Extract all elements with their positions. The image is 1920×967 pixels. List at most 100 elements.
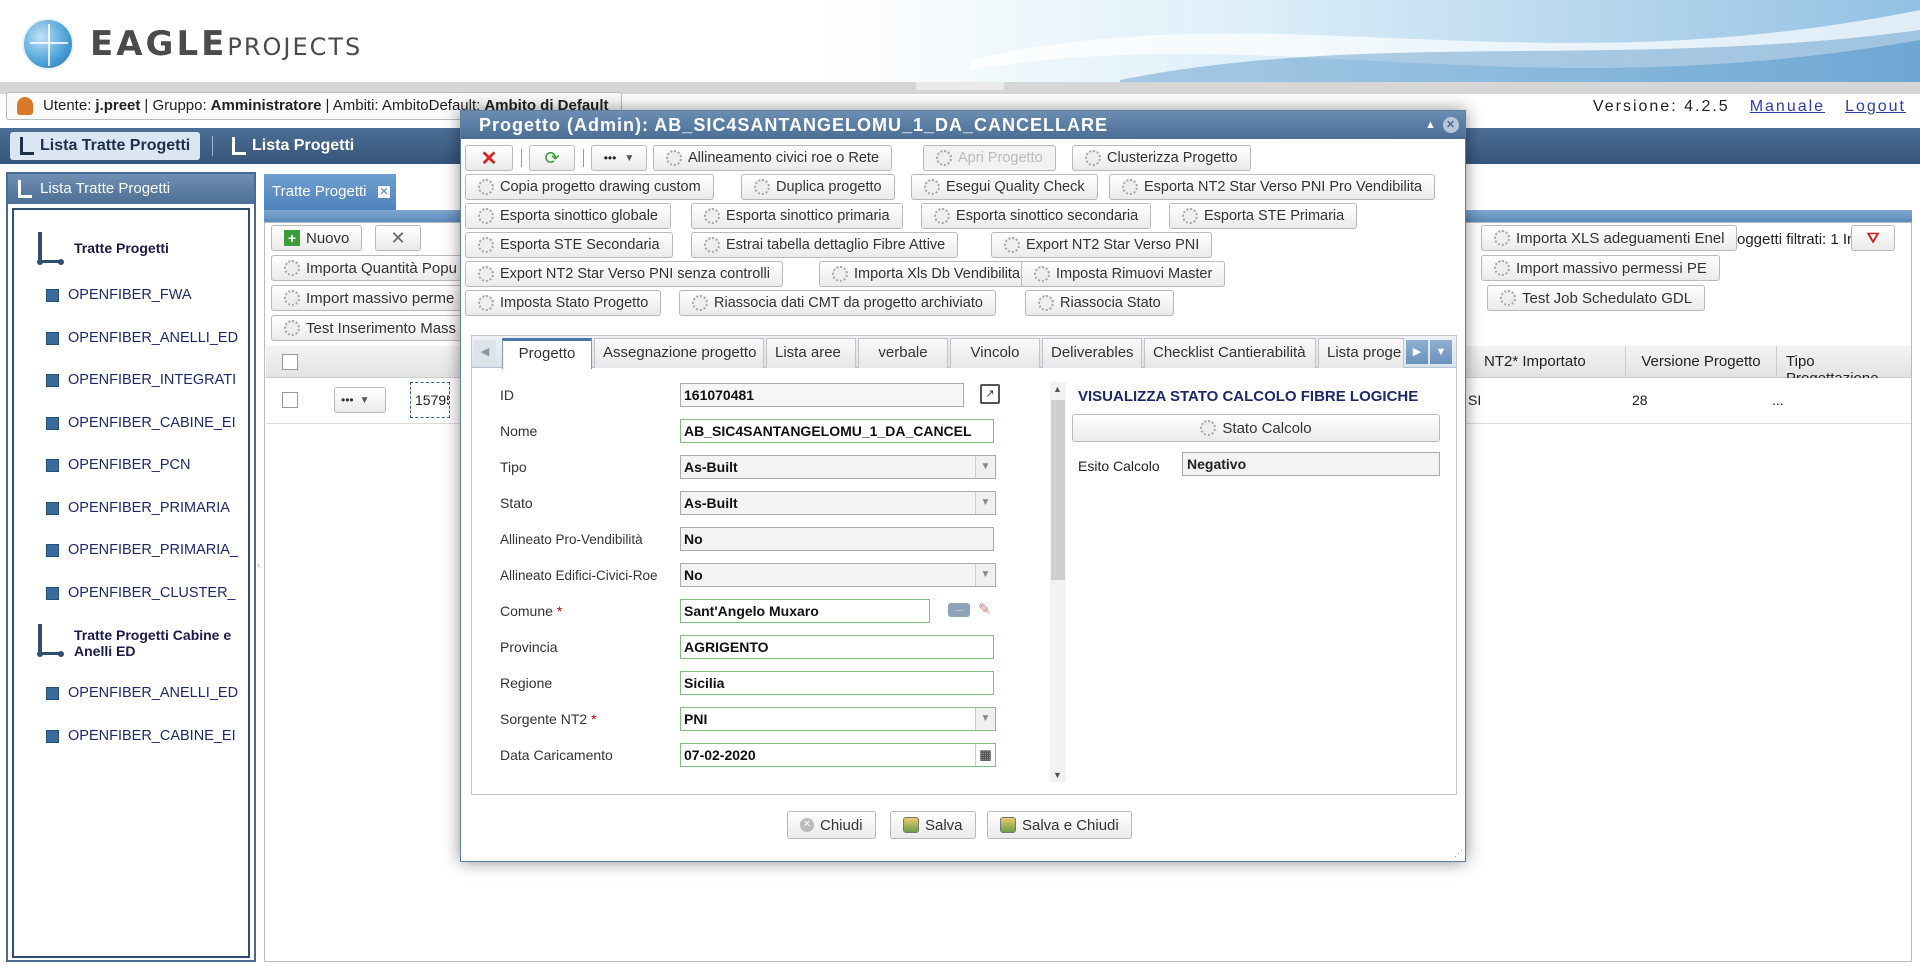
form-scrollbar[interactable]: ▲ ▼ — [1050, 382, 1066, 782]
cancel-red-button[interactable]: ✕ — [465, 145, 513, 171]
nav-tab-lista-tratte-progetti[interactable]: Lista Tratte Progetti — [10, 132, 201, 160]
tree-item[interactable]: OPENFIBER_INTEGRATI — [14, 359, 248, 402]
tree-item[interactable]: OPENFIBER_PRIMARIA_ — [14, 529, 248, 572]
tree-group-tratte-progetti-cabine[interactable]: Tratte Progetti Cabine e Anelli ED — [14, 614, 248, 672]
scroll-thumb[interactable] — [1051, 400, 1065, 580]
import-massivo-pe-button[interactable]: Import massivo permessi PE — [1481, 255, 1720, 281]
data-caricamento-input[interactable]: 07-02-2020 ▦ — [680, 743, 996, 767]
test-job-gdl-button[interactable]: Test Job Schedulato GDL — [1487, 285, 1706, 311]
salva-button[interactable]: Salva — [890, 811, 976, 839]
salva-chiudi-button[interactable]: Salva e Chiudi — [987, 811, 1132, 839]
chevron-down-icon[interactable]: ▼ — [975, 708, 995, 730]
collapse-icon[interactable]: ▲ — [1423, 117, 1439, 133]
comune-input[interactable]: Sant'Angelo Muxaro — [680, 599, 930, 623]
importa-quantita-button[interactable]: Importa Quantità Popu — [271, 255, 470, 281]
tab-lista-aree[interactable]: Lista aree — [766, 338, 856, 368]
tree-item[interactable]: OPENFIBER_PCN — [14, 444, 248, 487]
tree-item[interactable]: OPENFIBER_CLUSTER_ — [14, 572, 248, 615]
lookup-icon[interactable]: ... — [948, 603, 970, 617]
stato-select[interactable]: As-Built ▼ — [680, 491, 996, 515]
resize-grip-icon[interactable]: ⋰ — [1454, 848, 1463, 859]
chevron-down-icon[interactable]: ▼ — [975, 492, 995, 514]
tab-checklist[interactable]: Checklist Cantierabilità — [1144, 338, 1316, 368]
esporta-ste-secondaria-button[interactable]: Esporta STE Secondaria — [465, 232, 673, 258]
tab-lista-progetti[interactable]: Lista proge — [1318, 338, 1404, 368]
quality-check-button[interactable]: Esegui Quality Check — [911, 174, 1098, 200]
tree-item[interactable]: OPENFIBER_FWA — [14, 274, 248, 317]
importa-xls-enel-button[interactable]: Importa XLS adeguamenti Enel — [1481, 225, 1738, 251]
tree-item[interactable]: OPENFIBER_CABINE_EI — [14, 715, 248, 758]
row-actions-menu[interactable]: ••• ▼ — [334, 387, 386, 413]
more-actions-menu[interactable]: ••• ▼ — [591, 145, 647, 171]
row-checkbox[interactable] — [282, 392, 298, 408]
clear-filter-button[interactable]: ⛛ — [1851, 225, 1895, 251]
allineamento-civici-button[interactable]: Allineamento civici roe o Rete — [653, 145, 893, 171]
scroll-up-icon[interactable]: ▲ — [1053, 384, 1062, 394]
tab-assegnazione[interactable]: Assegnazione progetto — [594, 338, 764, 368]
header-collapse-handle[interactable] — [916, 82, 1004, 90]
importa-xls-db-button[interactable]: Importa Xls Db Vendibilita — [819, 261, 1034, 287]
nav-tab-lista-progetti[interactable]: Lista Progetti — [222, 132, 364, 160]
import-massivo-button[interactable]: Import massivo perme — [271, 285, 468, 311]
tree-item[interactable]: OPENFIBER_ANELLI_ED — [14, 317, 248, 360]
chevron-down-icon[interactable]: ▼ — [975, 456, 995, 478]
esporta-sinottico-secondaria-button[interactable]: Esporta sinottico secondaria — [921, 203, 1152, 229]
apri-progetto-button[interactable]: Apri Progetto — [923, 145, 1056, 171]
esporta-sinottico-globale-button[interactable]: Esporta sinottico globale — [465, 203, 671, 229]
regione-input[interactable]: Sicilia — [680, 671, 994, 695]
allineato-pro-value[interactable]: No — [680, 527, 994, 551]
tab-deliverables[interactable]: Deliverables — [1042, 338, 1142, 368]
dialog-title-bar[interactable]: Progetto (Admin): AB_SIC4SANTANGELOMU_1_… — [461, 111, 1465, 139]
export-nt2-pni-button[interactable]: Export NT2 Star Verso PNI — [991, 232, 1213, 258]
calendar-icon[interactable]: ▦ — [975, 744, 995, 766]
riassocia-cmt-button[interactable]: Riassocia dati CMT da progetto archiviat… — [679, 290, 996, 316]
tree-item[interactable]: OPENFIBER_ANELLI_ED — [14, 672, 248, 715]
tree-item[interactable]: OPENFIBER_PRIMARIA — [14, 487, 248, 530]
tab-progetto[interactable]: Progetto — [502, 338, 592, 369]
stato-calcolo-button[interactable]: Stato Calcolo — [1072, 414, 1440, 442]
sidebar-collapse-handle[interactable]: ‹ — [257, 560, 263, 580]
eraser-icon[interactable]: ✎ — [978, 600, 994, 618]
copia-progetto-button[interactable]: Copia progetto drawing custom — [465, 174, 714, 200]
tab-menu-chevron-down-icon[interactable]: ▼ — [1430, 340, 1452, 364]
close-icon[interactable]: ✕ — [378, 186, 390, 198]
tab-vincolo[interactable]: Vincolo — [950, 338, 1040, 368]
select-all-checkbox[interactable] — [282, 354, 298, 370]
test-inserimento-button[interactable]: Test Inserimento Mass — [271, 315, 470, 341]
nuovo-button[interactable]: + Nuovo — [271, 225, 363, 251]
duplica-button[interactable]: Duplica progetto — [741, 174, 895, 200]
provincia-input[interactable]: AGRIGENTO — [680, 635, 994, 659]
row-id-cell[interactable]: 15795 — [410, 382, 450, 418]
riassocia-stato-button[interactable]: Riassocia Stato — [1025, 290, 1174, 316]
manuale-link[interactable]: Manuale — [1750, 98, 1825, 116]
open-external-icon[interactable]: ↗ — [980, 384, 1000, 404]
chiudi-button[interactable]: ✕ Chiudi — [787, 811, 876, 839]
esporta-ste-primaria-button[interactable]: Esporta STE Primaria — [1169, 203, 1358, 229]
column-header[interactable]: NT2* Importato — [1484, 353, 1586, 370]
estrai-tabella-button[interactable]: Estrai tabella dettaglio Fibre Attive — [691, 232, 959, 258]
imposta-stato-button[interactable]: Imposta Stato Progetto — [465, 290, 662, 316]
sorgente-select[interactable]: PNI ▼ — [680, 707, 996, 731]
close-icon[interactable]: ✕ — [1443, 117, 1459, 133]
id-value[interactable]: 161070481 — [680, 383, 964, 407]
tipo-select[interactable]: As-Built ▼ — [680, 455, 996, 479]
tree-item[interactable]: OPENFIBER_CABINE_EI — [14, 402, 248, 445]
clusterizza-button[interactable]: Clusterizza Progetto — [1072, 145, 1251, 171]
allineato-edifici-select[interactable]: No ▼ — [680, 563, 996, 587]
refresh-button[interactable]: ⟳ — [529, 145, 575, 171]
tree-group-tratte-progetti[interactable]: Tratte Progetti — [14, 222, 248, 274]
delete-button[interactable]: ✕ — [375, 225, 421, 251]
chevron-down-icon[interactable]: ▼ — [975, 564, 995, 586]
tab-verbale[interactable]: verbale — [858, 338, 948, 368]
nome-input[interactable]: AB_SIC4SANTANGELOMU_1_DA_CANCEL — [680, 419, 994, 443]
column-header[interactable]: Versione Progetto — [1626, 353, 1776, 370]
export-nt2-senza-controlli-button[interactable]: Export NT2 Star Verso PNI senza controll… — [465, 261, 783, 287]
tab-scroll-right-icon[interactable]: ▶ — [1406, 340, 1428, 364]
logout-link[interactable]: Logout — [1845, 98, 1906, 116]
esporta-sinottico-primaria-button[interactable]: Esporta sinottico primaria — [691, 203, 903, 229]
imposta-rimuovi-master-button[interactable]: Imposta Rimuovi Master — [1021, 261, 1226, 287]
esporta-nt2-pro-button[interactable]: Esporta NT2 Star Verso PNI Pro Vendibili… — [1109, 174, 1436, 200]
scroll-down-icon[interactable]: ▼ — [1053, 770, 1062, 780]
tab-tratte-progetti[interactable]: Tratte Progetti ✕ — [264, 174, 396, 210]
tab-scroll-left-icon[interactable]: ◀ — [474, 340, 496, 364]
